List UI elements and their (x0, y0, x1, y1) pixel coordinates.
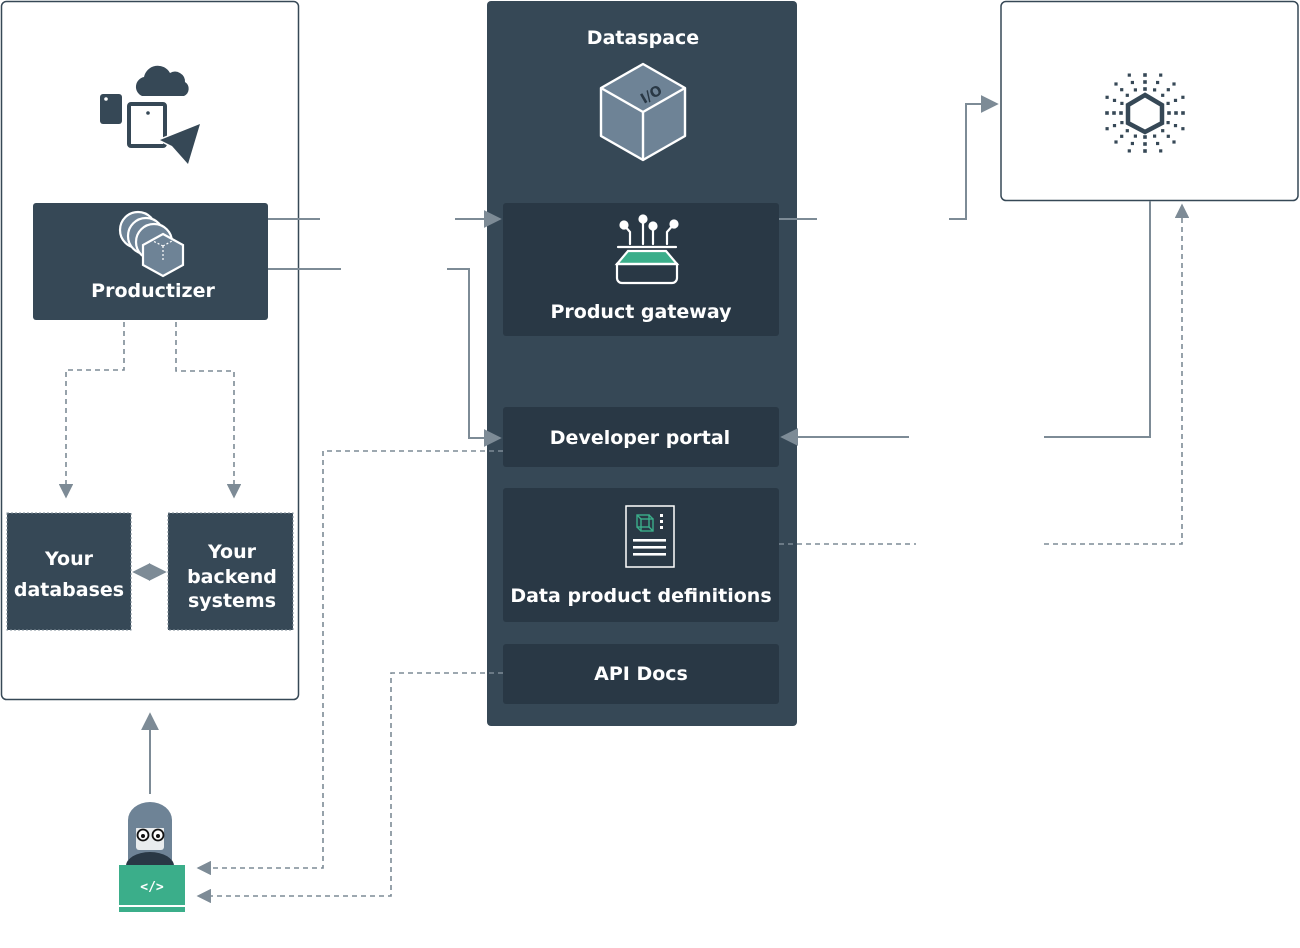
burst-dot (1172, 140, 1176, 144)
connector-gateway-consumer-b (949, 95, 999, 220)
burst-dot (1173, 124, 1178, 128)
burst-dot (1153, 134, 1157, 138)
dataspace-panel: Dataspace I/O Product gateway Developer … (487, 1, 797, 726)
burst-dot (1133, 134, 1137, 138)
burst-dot (1172, 82, 1176, 86)
productizer-label: Productizer (91, 280, 215, 302)
burst-dot (1143, 80, 1147, 84)
backend-systems-box[interactable]: Your backend systems (167, 512, 294, 631)
burst-dot (1173, 98, 1178, 102)
developer-portal-box[interactable]: Developer portal (503, 407, 779, 467)
burst-dot (1143, 149, 1147, 153)
connector-consumer-portal-a (1044, 201, 1151, 438)
burst-dot (1112, 98, 1117, 102)
architecture-diagram: Productizer Your databases Your backend … (0, 0, 1299, 912)
laptop-code-label: </> (140, 880, 164, 895)
burst-dot (1161, 93, 1165, 97)
productizer-box[interactable]: Productizer (33, 203, 268, 320)
connector-definitions-consumer-b (1044, 203, 1190, 545)
consumer-panel (1000, 0, 1299, 202)
burst-dot (1161, 129, 1165, 133)
burst-dot (1130, 141, 1134, 146)
burst-dot (1156, 141, 1160, 146)
developer-portal-label: Developer portal (550, 427, 730, 449)
burst-dot (1143, 87, 1147, 91)
burst-dot (1112, 124, 1117, 128)
burst-dot (1166, 134, 1170, 138)
burst-dot (1125, 93, 1129, 97)
burst-dot (1143, 142, 1147, 146)
burst-dot (1167, 111, 1171, 115)
burst-dot (1120, 134, 1124, 138)
api-docs-box[interactable]: API Docs (503, 644, 779, 704)
api-docs-label: API Docs (594, 663, 688, 685)
burst-dot (1105, 111, 1109, 115)
dataspace-title: Dataspace (587, 27, 699, 49)
data-product-definitions-label: Data product definitions (510, 585, 771, 607)
burst-dot (1127, 149, 1131, 153)
consumer-panel-frame (1000, 0, 1299, 202)
burst-dot (1120, 101, 1124, 105)
burst-dot (1105, 95, 1109, 99)
burst-dot (1181, 127, 1185, 131)
burst-dot (1120, 121, 1124, 125)
burst-dot (1181, 111, 1185, 115)
burst-dot (1105, 127, 1109, 131)
burst-dot (1114, 140, 1118, 144)
burst-dot (1143, 73, 1147, 77)
backend-label-line1: Your (207, 541, 257, 563)
data-product-definitions-box[interactable]: Data product definitions (503, 488, 779, 622)
burst-dot (1156, 80, 1160, 85)
backend-label-line3: systems (188, 590, 276, 612)
burst-dot (1153, 88, 1157, 92)
databases-label-line1: Your (44, 548, 94, 570)
producer-panel: Productizer Your databases Your backend … (0, 0, 300, 701)
burst-dot (1181, 95, 1185, 99)
burst-dot (1166, 121, 1170, 125)
databases-box[interactable]: Your databases (6, 512, 132, 631)
burst-dot (1114, 82, 1118, 86)
product-gateway-box[interactable]: Product gateway (503, 203, 779, 336)
burst-dot (1174, 111, 1178, 115)
developer-avatar-icon: </> (119, 802, 185, 912)
burst-dot (1125, 129, 1129, 133)
burst-dot (1119, 111, 1123, 115)
burst-dot (1133, 88, 1137, 92)
burst-dot (1143, 135, 1147, 139)
burst-dot (1120, 88, 1124, 92)
burst-dot (1166, 88, 1170, 92)
burst-dot (1159, 149, 1163, 153)
burst-dot (1130, 80, 1134, 85)
product-gateway-label: Product gateway (550, 301, 732, 323)
burst-dot (1127, 73, 1131, 77)
burst-dot (1166, 101, 1170, 105)
databases-label-line2: databases (14, 579, 124, 601)
connector-apidocs-developer (196, 672, 503, 904)
burst-dot (1112, 111, 1116, 115)
backend-label-line2: backend (187, 566, 277, 588)
burst-dot (1159, 73, 1163, 77)
